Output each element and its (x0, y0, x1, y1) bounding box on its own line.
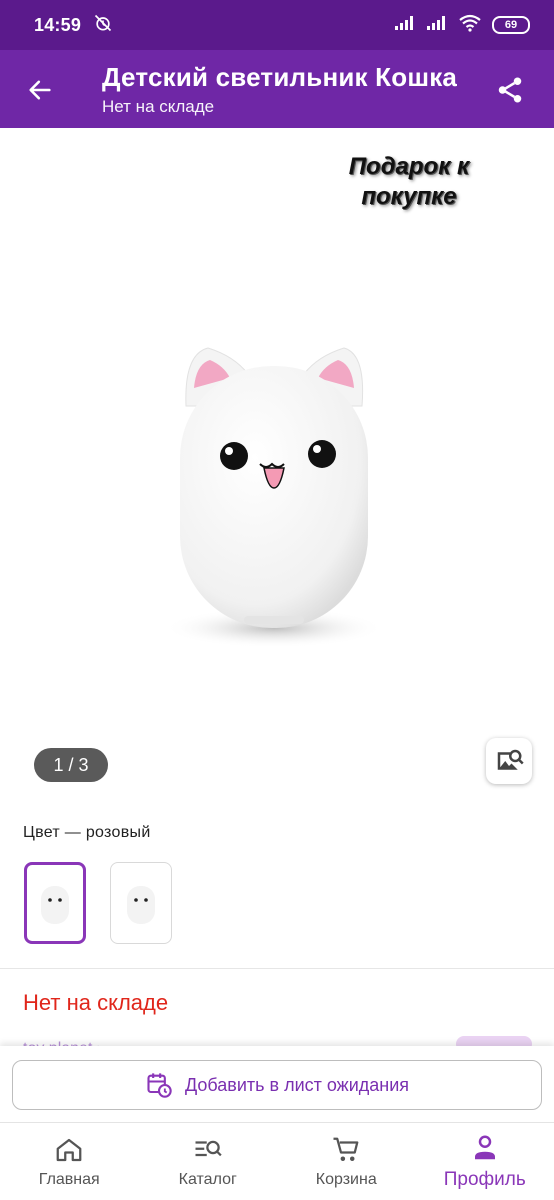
status-bar: 14:59 69 (0, 0, 554, 50)
page-subtitle: Нет на складе (102, 97, 215, 116)
product-gallery[interactable]: Подарок к покупке 1 / 3 (24, 128, 532, 804)
color-swatch-pink[interactable] (24, 862, 86, 944)
catalog-search-icon (195, 1140, 222, 1156)
promo-text: Подарок к покупке (348, 153, 470, 210)
signal-icon-2 (426, 15, 448, 36)
nav-home-label: Главная (38, 1170, 100, 1188)
color-label: Цвет — розовый (23, 824, 151, 841)
back-button[interactable] (20, 70, 60, 110)
nav-cart[interactable]: Корзина (277, 1123, 416, 1200)
nav-profile[interactable]: Профиль (416, 1123, 554, 1200)
share-icon (498, 77, 522, 103)
signal-icon (394, 15, 416, 36)
share-button[interactable] (490, 70, 530, 110)
divider (0, 968, 554, 969)
battery-icon: 69 (492, 16, 530, 34)
stock-status: Нет на складе (23, 990, 169, 1015)
cart-icon (333, 1137, 359, 1161)
alarm-off-icon (93, 13, 113, 38)
color-swatch-white[interactable] (110, 862, 172, 944)
image-search-button[interactable] (486, 738, 532, 784)
title-block: Детский светильник Кошка Нет на складе (102, 62, 472, 117)
wifi-icon (458, 14, 482, 37)
add-to-waitlist-label: Добавить в лист ожидания (184, 1074, 410, 1095)
action-sheet: Добавить в лист ожидания (0, 1046, 554, 1122)
page-title: Детский светильник Кошка (102, 62, 458, 92)
nav-catalog[interactable]: Каталог (139, 1123, 278, 1200)
app-bar: Детский светильник Кошка Нет на складе (0, 50, 554, 128)
add-to-waitlist-button[interactable]: Добавить в лист ожидания (12, 1060, 542, 1110)
swatch-thumbnail (127, 886, 155, 924)
bottom-navigation: Главная Каталог Корзина Профиль (0, 1122, 554, 1200)
image-counter: 1 / 3 (34, 748, 108, 782)
status-time: 14:59 (34, 14, 82, 35)
swatch-thumbnail (41, 886, 69, 924)
nav-profile-label: Профиль (443, 1168, 526, 1190)
product-image (164, 347, 384, 648)
image-search-icon (497, 749, 524, 770)
nav-catalog-label: Каталог (178, 1170, 237, 1188)
arrow-left-icon (29, 80, 51, 100)
profile-icon (474, 1135, 495, 1159)
nav-home[interactable]: Главная (0, 1123, 139, 1200)
calendar-clock-icon (147, 1073, 172, 1098)
home-icon (56, 1138, 82, 1161)
nav-cart-label: Корзина (315, 1170, 377, 1188)
